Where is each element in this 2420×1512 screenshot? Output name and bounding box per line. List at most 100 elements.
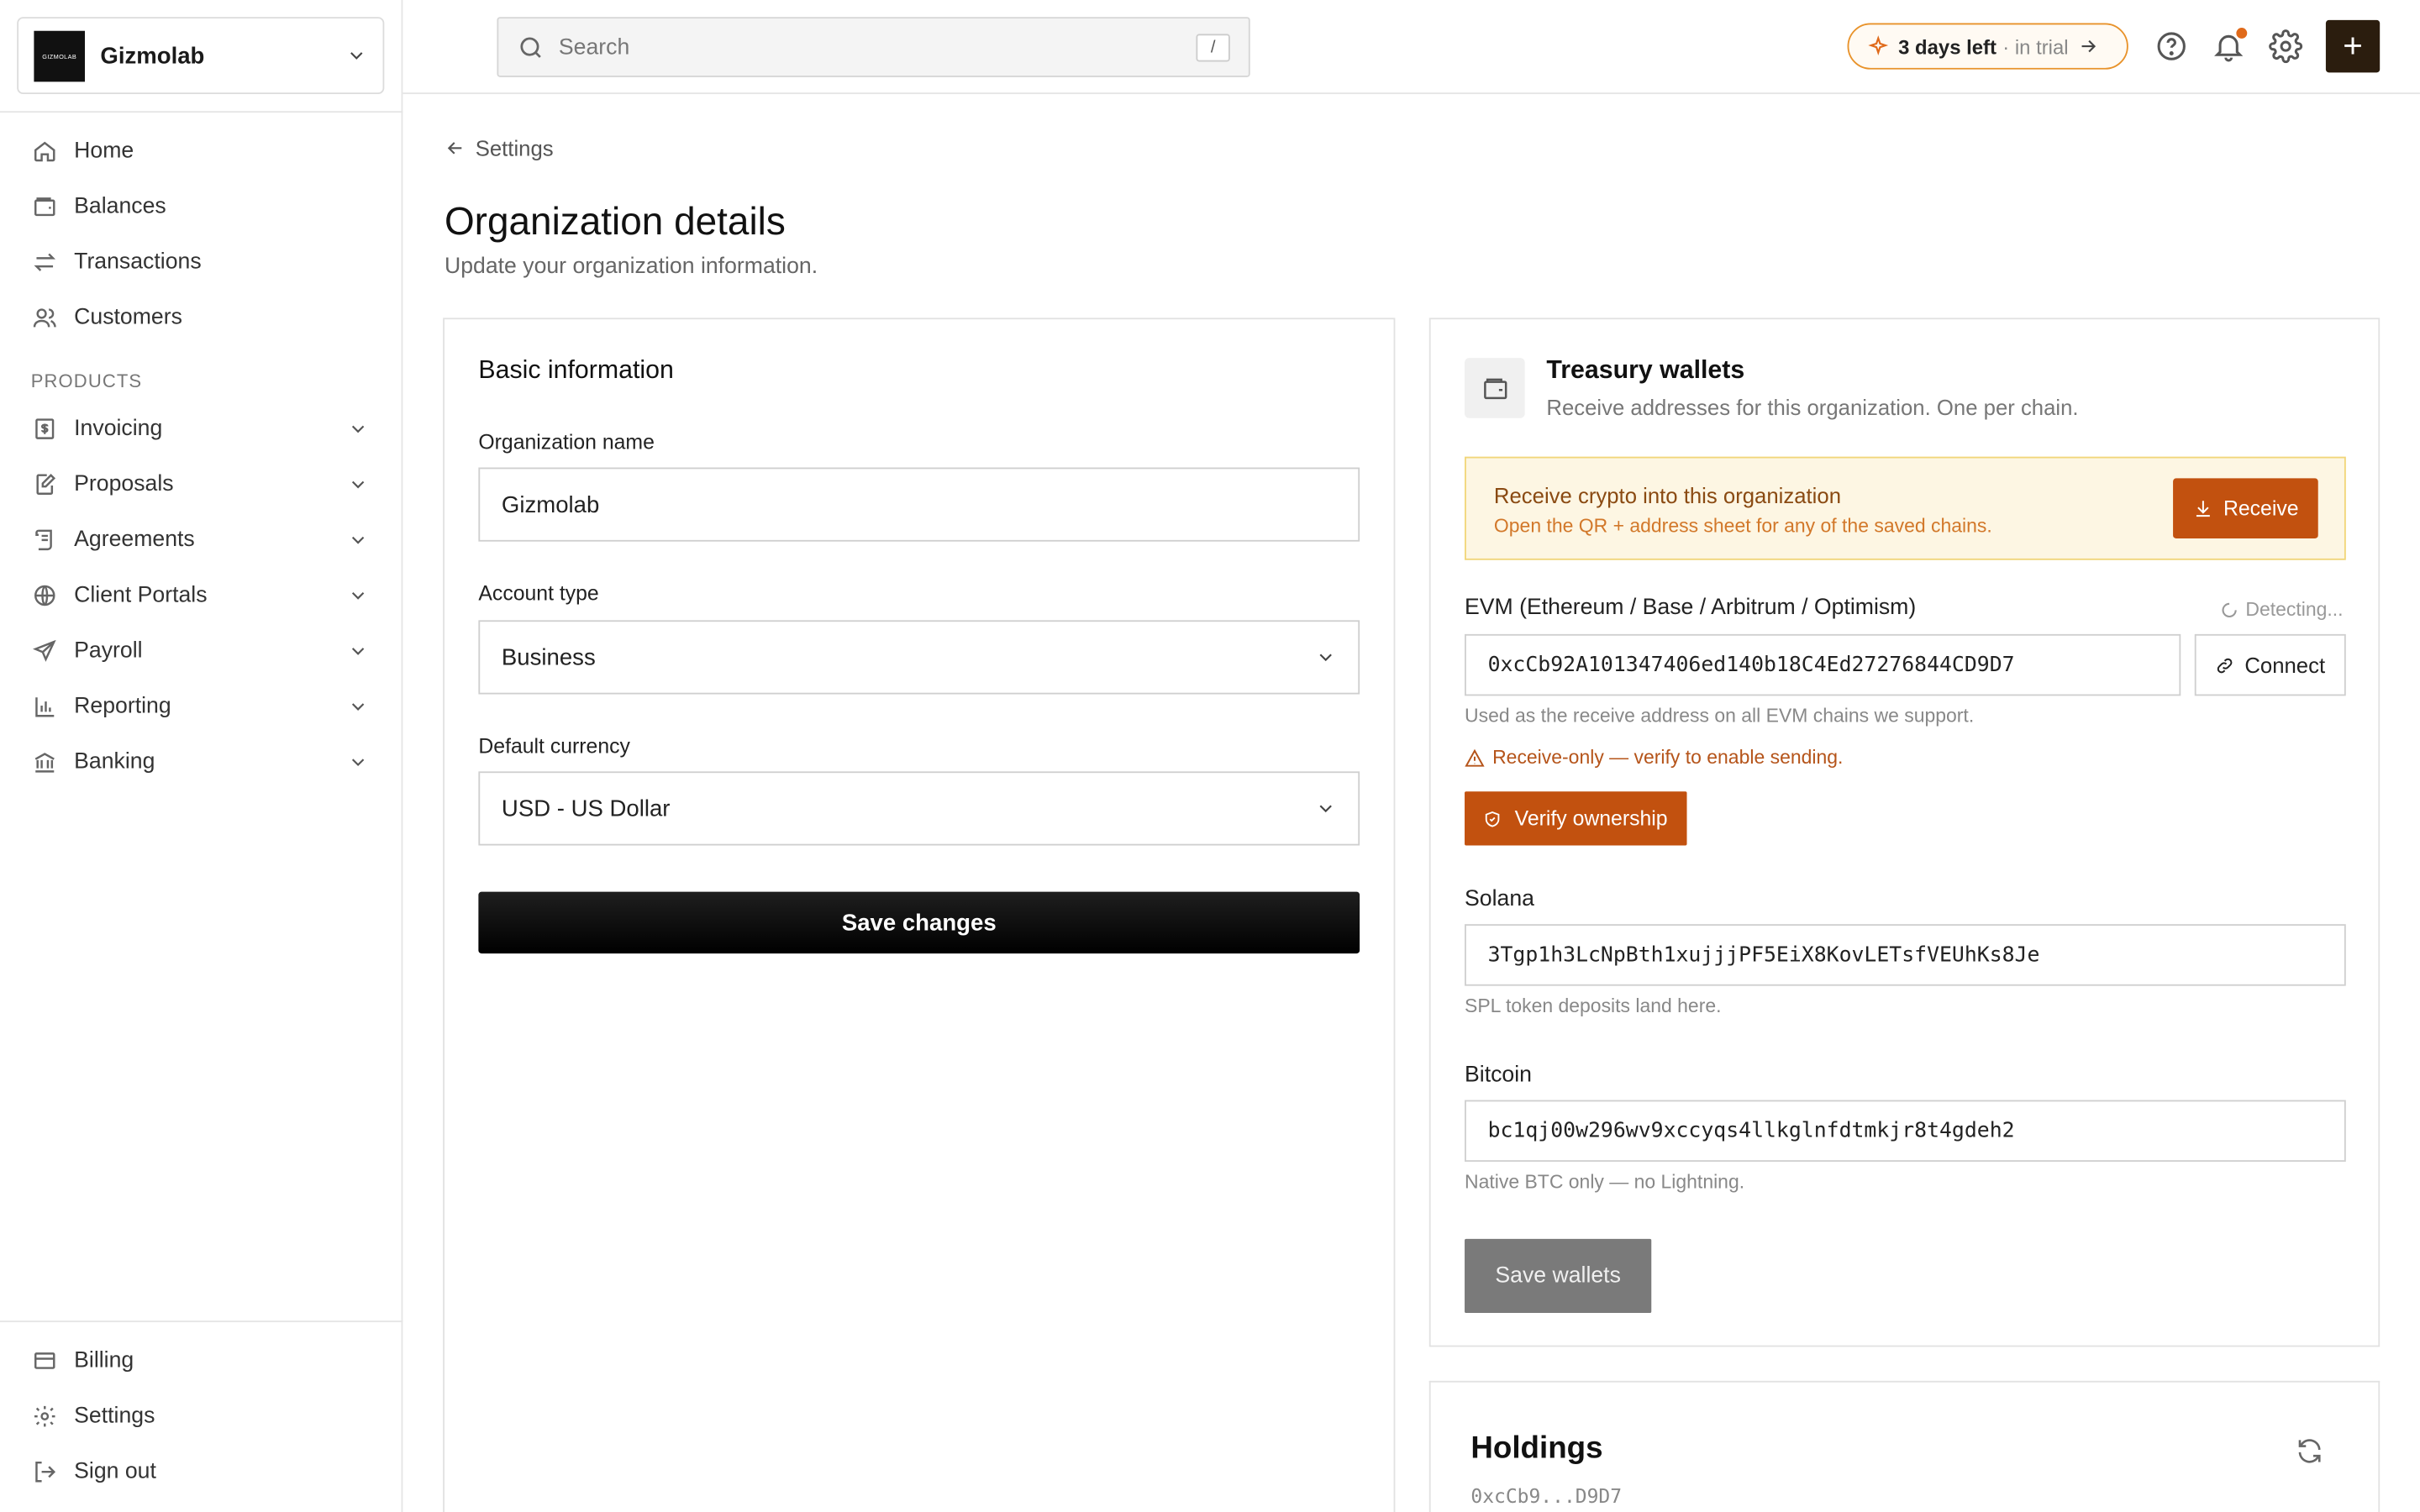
trial-label: · in trial bbox=[2002, 34, 2069, 58]
warning-icon bbox=[1465, 748, 1485, 766]
account-type-value: Business bbox=[501, 643, 596, 671]
evm-address-field[interactable]: 0xcCb92A101347406ed140b18C4Ed27276844CD9… bbox=[1465, 633, 2181, 696]
evm-address-value: 0xcCb92A101347406ed140b18C4Ed27276844CD9… bbox=[1487, 652, 2015, 678]
chevron-down-icon bbox=[351, 648, 365, 655]
bitcoin-address-field[interactable]: bc1qj00w296wv9xccyqs4llkglnfdtmkjr8t4gde… bbox=[1465, 1100, 2346, 1163]
dollar-doc-icon bbox=[31, 415, 59, 443]
send-icon bbox=[31, 638, 59, 665]
org-switcher[interactable]: GIZMOLAB Gizmolab bbox=[17, 17, 385, 95]
sidebar-item-customers[interactable]: Customers bbox=[0, 290, 402, 345]
chevron-down-icon bbox=[351, 480, 365, 489]
main-nav: Home Balances Transactions Customers bbox=[0, 123, 402, 345]
wallet-icon bbox=[31, 193, 59, 221]
download-icon bbox=[2196, 501, 2210, 517]
sidebar-item-billing[interactable]: Billing bbox=[0, 1333, 402, 1389]
solana-label: Solana bbox=[1465, 887, 1534, 912]
sidebar-item-label: Invoicing bbox=[74, 416, 163, 442]
solana-address-field[interactable]: 3Tgp1h3LcNpBth1xujjjPF5EiX8KovLETsfVEUhK… bbox=[1465, 924, 2346, 986]
currency-select[interactable]: USD - US Dollar bbox=[478, 771, 1360, 846]
edit-doc-icon bbox=[31, 470, 59, 498]
solana-hint: SPL token deposits land here. bbox=[1465, 995, 1722, 1017]
chevron-down-icon bbox=[351, 591, 365, 600]
bitcoin-address-value: bc1qj00w296wv9xccyqs4llkglnfdtmkjr8t4gde… bbox=[1487, 1118, 2015, 1143]
sidebar-item-transactions[interactable]: Transactions bbox=[0, 234, 402, 290]
field-label: Account type bbox=[478, 581, 599, 605]
sidebar-item-balances[interactable]: Balances bbox=[0, 179, 402, 234]
sidebar-item-label: Agreements bbox=[74, 528, 195, 553]
trial-badge[interactable]: 3 days left · in trial bbox=[1847, 23, 2128, 70]
org-name-value: Gizmolab bbox=[501, 491, 600, 518]
search-shortcut: / bbox=[1196, 33, 1230, 61]
org-name-field[interactable]: Gizmolab bbox=[478, 467, 1360, 542]
scroll-icon bbox=[31, 526, 59, 554]
sidebar-item-agreements[interactable]: Agreements bbox=[0, 512, 402, 568]
verify-ownership-button[interactable]: Verify ownership bbox=[1465, 791, 1687, 846]
receive-only-warning: Receive-only — verify to enable sending. bbox=[1465, 747, 1843, 769]
create-button[interactable]: + bbox=[2325, 19, 2381, 73]
sidebar-item-sign-out[interactable]: Sign out bbox=[0, 1444, 402, 1499]
sidebar-item-label: Transactions bbox=[74, 249, 202, 275]
field-label: Default currency bbox=[478, 734, 630, 758]
sidebar-item-label: Customers bbox=[74, 305, 182, 331]
search-placeholder: Search bbox=[558, 34, 630, 60]
refresh-icon[interactable] bbox=[2295, 1436, 2324, 1466]
search-input[interactable]: Search / bbox=[497, 17, 1250, 77]
connect-button[interactable]: Connect bbox=[2194, 633, 2346, 696]
help-icon[interactable] bbox=[2154, 29, 2188, 63]
receive-button[interactable]: Receive bbox=[2173, 478, 2318, 539]
sidebar-item-reporting[interactable]: Reporting bbox=[0, 679, 402, 734]
chevron-down-icon bbox=[351, 759, 365, 767]
arrows-icon bbox=[31, 249, 59, 276]
sidebar-item-label: Payroll bbox=[74, 638, 143, 664]
chevron-down-icon bbox=[351, 425, 365, 433]
sidebar-item-proposals[interactable]: Proposals bbox=[0, 457, 402, 512]
bitcoin-label: Bitcoin bbox=[1465, 1063, 1532, 1088]
field-label: Organization name bbox=[478, 430, 655, 454]
divider bbox=[0, 1320, 403, 1323]
sidebar-item-payroll[interactable]: Payroll bbox=[0, 623, 402, 679]
home-icon bbox=[31, 137, 59, 165]
account-type-select[interactable]: Business bbox=[478, 620, 1360, 695]
card-title: Treasury wallets bbox=[1546, 356, 1745, 385]
spinner-icon bbox=[2222, 601, 2237, 617]
warning-text: Receive-only — verify to enable sending. bbox=[1492, 746, 1844, 769]
trial-days: 3 days left bbox=[1898, 34, 1996, 58]
chevron-down-icon bbox=[351, 536, 365, 544]
sidebar-item-settings[interactable]: Settings bbox=[0, 1389, 402, 1444]
sidebar-item-label: Sign out bbox=[74, 1459, 156, 1484]
detecting-status: Detecting... bbox=[2221, 599, 2344, 620]
search-icon bbox=[520, 36, 541, 58]
save-changes-button[interactable]: Save changes bbox=[478, 891, 1360, 954]
sidebar-item-banking[interactable]: Banking bbox=[0, 734, 402, 790]
holdings-card: Holdings 0xcCb9...D9D7 bbox=[1428, 1380, 2381, 1512]
back-link[interactable]: Settings bbox=[445, 136, 554, 160]
page-subtitle: Update your organization information. bbox=[444, 255, 818, 280]
gear-icon[interactable] bbox=[2269, 29, 2303, 64]
connect-button-label: Connect bbox=[2244, 652, 2326, 678]
sidebar-item-label: Balances bbox=[74, 194, 166, 219]
sidebar-item-label: Client Portals bbox=[74, 583, 208, 608]
sidebar-item-home[interactable]: Home bbox=[0, 123, 402, 179]
card-icon bbox=[31, 1347, 59, 1374]
receive-banner: Receive crypto into this organization Op… bbox=[1465, 456, 2346, 560]
sidebar-item-client-portals[interactable]: Client Portals bbox=[0, 568, 402, 623]
card-title: Basic information bbox=[478, 356, 674, 385]
notification-dot bbox=[2236, 28, 2248, 39]
sidebar: GIZMOLAB Gizmolab Home Balances Transact… bbox=[0, 0, 403, 1512]
card-subtitle: Receive addresses for this organization.… bbox=[1546, 395, 2079, 420]
treasury-wallets-card: Treasury wallets Receive addresses for t… bbox=[1428, 318, 2381, 1347]
section-label-products: PRODUCTS bbox=[30, 370, 143, 392]
sidebar-item-label: Proposals bbox=[74, 472, 174, 497]
bank-icon bbox=[31, 748, 59, 776]
sidebar-item-invoicing[interactable]: Invoicing bbox=[0, 402, 402, 457]
save-wallets-button[interactable]: Save wallets bbox=[1465, 1238, 1652, 1314]
users-icon bbox=[31, 304, 59, 332]
sidebar-item-label: Settings bbox=[74, 1404, 155, 1429]
receive-subtitle: Open the QR + address sheet for any of t… bbox=[1493, 515, 1992, 538]
link-icon bbox=[2217, 657, 2233, 673]
divider bbox=[0, 111, 403, 113]
solana-address-value: 3Tgp1h3LcNpBth1xujjjPF5EiX8KovLETsfVEUhK… bbox=[1487, 942, 2040, 968]
chevron-down-icon bbox=[1319, 805, 1332, 813]
back-link-label: Settings bbox=[475, 135, 554, 161]
sidebar-item-label: Reporting bbox=[74, 694, 171, 719]
